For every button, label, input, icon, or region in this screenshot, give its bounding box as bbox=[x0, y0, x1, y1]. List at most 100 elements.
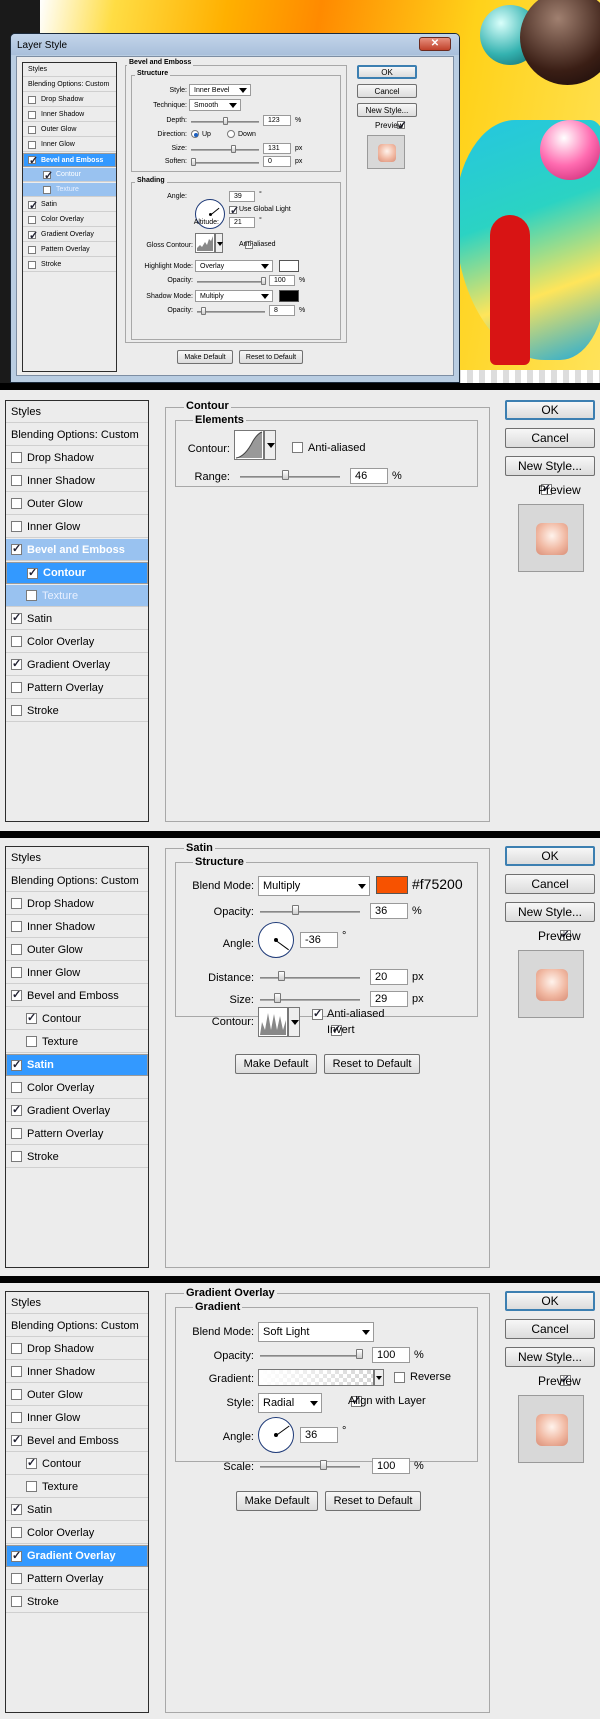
close-icon[interactable]: ✕ bbox=[419, 37, 451, 51]
soften-slider-thumb[interactable] bbox=[191, 158, 196, 166]
altitude-input[interactable]: 21 bbox=[229, 217, 255, 228]
style-item-satin[interactable]: Satin bbox=[6, 1499, 148, 1521]
gradient-dropdown[interactable] bbox=[374, 1369, 384, 1386]
highlight-opacity-thumb[interactable] bbox=[261, 277, 266, 285]
checkbox[interactable] bbox=[11, 542, 22, 555]
checkbox[interactable] bbox=[43, 185, 51, 194]
cancel-button[interactable]: Cancel bbox=[505, 874, 595, 894]
checkbox[interactable] bbox=[11, 1433, 22, 1446]
checkbox[interactable] bbox=[26, 1036, 37, 1047]
checkbox[interactable] bbox=[11, 988, 22, 1001]
style-item-inner-shadow[interactable]: Inner Shadow bbox=[6, 470, 148, 492]
direction-up-radio[interactable] bbox=[191, 130, 199, 138]
angle-input[interactable]: 39 bbox=[229, 191, 255, 202]
style-item-inner-shadow[interactable]: Inner Shadow bbox=[6, 916, 148, 938]
size-slider-thumb[interactable] bbox=[231, 145, 236, 153]
style-item-contour[interactable]: Contour bbox=[6, 1453, 148, 1475]
anti-aliased-checkbox[interactable] bbox=[312, 1007, 323, 1020]
satin-contour-preview[interactable] bbox=[258, 1007, 288, 1037]
style-item-stroke[interactable]: Stroke bbox=[6, 700, 148, 722]
soften-slider[interactable] bbox=[191, 162, 259, 164]
reset-default-button[interactable]: Reset to Default bbox=[325, 1491, 421, 1511]
checkbox[interactable] bbox=[11, 1151, 22, 1162]
style-item-inner-shadow[interactable]: Inner Shadow bbox=[23, 108, 116, 122]
ok-button[interactable]: OK bbox=[357, 65, 417, 79]
scale-input[interactable]: 100 bbox=[372, 1458, 410, 1474]
checkbox[interactable] bbox=[28, 140, 36, 149]
opacity-slider[interactable] bbox=[260, 911, 360, 913]
highlight-mode-select[interactable]: Overlay bbox=[195, 260, 273, 272]
checkbox[interactable] bbox=[28, 245, 36, 254]
checkbox[interactable] bbox=[11, 1366, 22, 1377]
checkbox[interactable] bbox=[11, 452, 22, 463]
checkbox[interactable] bbox=[11, 682, 22, 693]
cancel-button[interactable]: Cancel bbox=[505, 428, 595, 448]
style-item-outer-glow[interactable]: Outer Glow bbox=[6, 493, 148, 515]
style-item-pattern-overlay[interactable]: Pattern Overlay bbox=[6, 677, 148, 699]
checkbox[interactable] bbox=[11, 1549, 22, 1562]
opacity-input[interactable]: 36 bbox=[370, 903, 408, 919]
checkbox[interactable] bbox=[11, 498, 22, 509]
satin-color-swatch[interactable] bbox=[376, 876, 408, 894]
angle-dial[interactable] bbox=[258, 922, 294, 958]
style-item-drop-shadow[interactable]: Drop Shadow bbox=[6, 447, 148, 469]
checkbox[interactable] bbox=[11, 1412, 22, 1423]
window-titlebar[interactable]: Layer Style ✕ bbox=[11, 34, 459, 55]
style-item-color-overlay[interactable]: Color Overlay bbox=[6, 631, 148, 653]
reset-default-button[interactable]: Reset to Default bbox=[239, 350, 303, 364]
highlight-opacity-slider[interactable] bbox=[197, 281, 265, 283]
cancel-button[interactable]: Cancel bbox=[357, 84, 417, 98]
opacity-input[interactable]: 100 bbox=[372, 1347, 410, 1363]
style-item-gradient-overlay[interactable]: Gradient Overlay bbox=[6, 1545, 148, 1567]
style-item-bevel-emboss[interactable]: Bevel and Emboss bbox=[6, 1430, 148, 1452]
distance-input[interactable]: 20 bbox=[370, 969, 408, 985]
checkbox[interactable] bbox=[11, 657, 22, 670]
checkbox[interactable] bbox=[28, 95, 36, 104]
range-slider[interactable] bbox=[240, 476, 340, 478]
angle-input[interactable]: 36 bbox=[300, 1427, 338, 1443]
direction-down-radio[interactable] bbox=[227, 130, 235, 138]
global-light-checkbox[interactable] bbox=[229, 204, 239, 217]
shadow-color-swatch[interactable] bbox=[279, 290, 299, 302]
style-item-contour[interactable]: Contour bbox=[23, 168, 116, 182]
style-item-inner-glow[interactable]: Inner Glow bbox=[6, 1407, 148, 1429]
checkbox[interactable] bbox=[28, 229, 38, 242]
style-item-bevel-emboss[interactable]: Bevel and Emboss bbox=[23, 153, 116, 167]
checkbox[interactable] bbox=[27, 566, 38, 579]
anti-aliased-checkbox[interactable] bbox=[292, 442, 303, 453]
style-item-bevel-emboss[interactable]: Bevel and Emboss bbox=[6, 539, 148, 561]
checkbox[interactable] bbox=[11, 1082, 22, 1093]
opacity-slider-thumb[interactable] bbox=[356, 1349, 363, 1359]
checkbox[interactable] bbox=[28, 199, 38, 212]
blending-options-item[interactable]: Blending Options: Custom bbox=[6, 870, 148, 892]
size-input[interactable]: 131 bbox=[263, 143, 291, 154]
style-item-drop-shadow[interactable]: Drop Shadow bbox=[6, 893, 148, 915]
checkbox[interactable] bbox=[11, 1527, 22, 1538]
checkbox[interactable] bbox=[11, 636, 22, 647]
style-item-pattern-overlay[interactable]: Pattern Overlay bbox=[6, 1123, 148, 1145]
checkbox[interactable] bbox=[11, 611, 22, 624]
style-item-texture[interactable]: Texture bbox=[6, 1476, 148, 1498]
checkbox[interactable] bbox=[11, 1128, 22, 1139]
checkbox[interactable] bbox=[11, 475, 22, 486]
style-item-outer-glow[interactable]: Outer Glow bbox=[6, 939, 148, 961]
checkbox[interactable] bbox=[43, 169, 53, 182]
style-item-inner-glow[interactable]: Inner Glow bbox=[6, 962, 148, 984]
new-style-button[interactable]: New Style... bbox=[505, 902, 595, 922]
ok-button[interactable]: OK bbox=[505, 1291, 595, 1311]
style-item-gradient-overlay[interactable]: Gradient Overlay bbox=[6, 1100, 148, 1122]
shadow-opacity-thumb[interactable] bbox=[201, 307, 206, 315]
style-item-outer-glow[interactable]: Outer Glow bbox=[6, 1384, 148, 1406]
style-item-stroke[interactable]: Stroke bbox=[23, 258, 116, 272]
new-style-button[interactable]: New Style... bbox=[357, 103, 417, 117]
checkbox[interactable] bbox=[11, 921, 22, 932]
angle-input[interactable]: -36 bbox=[300, 932, 338, 948]
checkbox[interactable] bbox=[28, 154, 38, 167]
checkbox[interactable] bbox=[28, 260, 36, 269]
style-select[interactable]: Inner Bevel bbox=[189, 84, 251, 96]
size-input[interactable]: 29 bbox=[370, 991, 408, 1007]
style-item-inner-glow[interactable]: Inner Glow bbox=[23, 138, 116, 152]
blending-options-item[interactable]: Blending Options: Custom bbox=[23, 78, 116, 92]
new-style-button[interactable]: New Style... bbox=[505, 1347, 595, 1367]
style-item-outer-glow[interactable]: Outer Glow bbox=[23, 123, 116, 137]
